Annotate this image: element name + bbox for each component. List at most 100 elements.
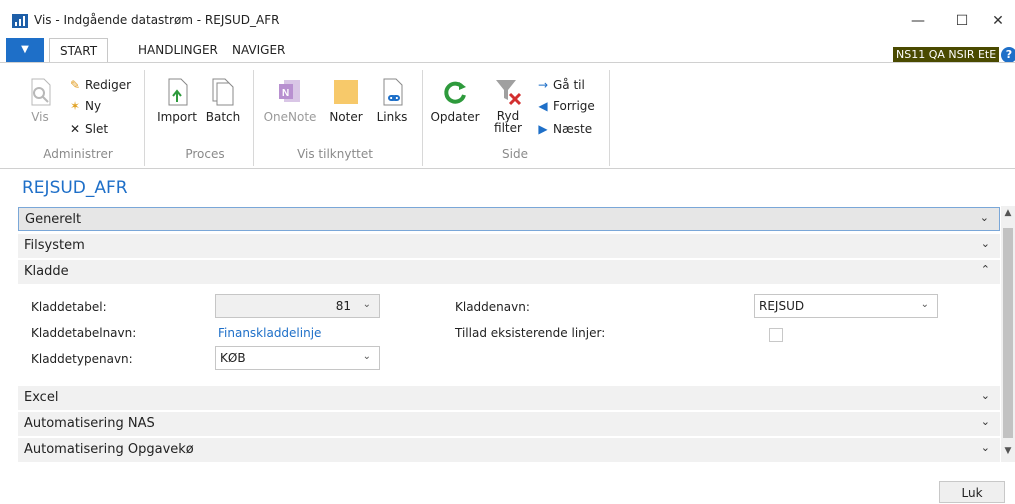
kladdetypenavn-select[interactable]: KØB ⌄	[215, 346, 380, 370]
ny-button[interactable]: ✶ Ny	[68, 97, 101, 115]
kladdetypenavn-value: KØB	[220, 351, 246, 365]
rediger-button[interactable]: ✎ Rediger	[68, 76, 131, 94]
slet-label: Slet	[85, 122, 109, 136]
noter-button[interactable]: Noter	[324, 76, 368, 124]
batch-icon	[212, 78, 234, 106]
fasttab-label: Generelt	[25, 212, 82, 227]
import-label: Import	[157, 110, 197, 124]
fasttab-automatisering-nas[interactable]: Automatisering NAS ⌄	[18, 411, 1000, 436]
fasttab-automatisering-opgavekoe[interactable]: Automatisering Opgavekø ⌄	[18, 437, 1000, 462]
fasttab-kladde[interactable]: Kladde ⌃	[18, 259, 1000, 284]
group-label-administrer: Administrer	[43, 147, 113, 161]
links-label: Links	[376, 110, 408, 124]
group-label-side: Side	[502, 147, 528, 161]
kladdetabelnavn-link[interactable]: Finanskladdelinje	[218, 326, 321, 340]
window-title: Vis - Indgående datastrøm - REJSUD_AFR	[34, 13, 280, 27]
tab-handlinger[interactable]: HANDLINGER	[128, 38, 228, 62]
close-page-button[interactable]: Luk	[939, 481, 1005, 503]
tab-naviger[interactable]: NAVIGER	[222, 38, 295, 62]
opdater-button[interactable]: Opdater	[428, 76, 482, 124]
svg-text:N: N	[282, 88, 289, 99]
kladdetypenavn-label: Kladdetypenavn:	[31, 352, 133, 366]
group-label-proces: Proces	[185, 147, 225, 161]
scrollbar-thumb[interactable]	[1003, 228, 1013, 438]
slet-button[interactable]: ✕ Slet	[68, 120, 108, 138]
ryd-filter-label-2: filter	[494, 121, 522, 135]
scroll-up-icon[interactable]: ▲	[1003, 208, 1013, 218]
batch-button[interactable]: Batch	[203, 76, 243, 124]
chevron-down-icon: ⌄	[979, 211, 989, 224]
application-menu-button[interactable]: ▼	[6, 38, 44, 62]
kladdenavn-select[interactable]: REJSUD ⌄	[754, 294, 938, 318]
scroll-down-icon[interactable]: ▼	[1003, 446, 1013, 456]
close-window-button[interactable]: ✕	[976, 9, 1015, 33]
group-divider	[253, 70, 254, 166]
chevron-down-icon: ⌄	[980, 237, 990, 250]
naeste-button[interactable]: ▶ Næste	[536, 120, 592, 138]
pencil-icon: ✎	[69, 78, 81, 92]
chevron-down-icon: ⌄	[980, 389, 990, 402]
kladdenavn-label: Kladdenavn:	[455, 300, 530, 314]
fasttab-label: Excel	[24, 390, 59, 405]
chevron-up-icon: ⌃	[980, 263, 990, 276]
fasttab-filsystem[interactable]: Filsystem ⌄	[18, 233, 1000, 258]
ny-label: Ny	[85, 99, 102, 113]
chevron-down-icon: ⌄	[362, 351, 371, 362]
import-icon	[168, 78, 188, 106]
kladdetabelnavn-label: Kladdetabelnavn:	[31, 326, 137, 340]
kladdetabel-value: 81	[335, 299, 351, 313]
links-icon	[383, 78, 403, 106]
note-icon	[334, 80, 358, 104]
next-icon: ▶	[538, 122, 548, 136]
clear-filter-icon	[496, 80, 522, 106]
chevron-down-icon: ⌄	[980, 415, 990, 428]
new-icon: ✶	[69, 99, 81, 113]
fasttab-label: Automatisering NAS	[24, 416, 155, 431]
gaa-til-button[interactable]: → Gå til	[536, 76, 585, 94]
minimize-button[interactable]: —	[896, 9, 940, 33]
refresh-icon	[444, 81, 466, 104]
forrige-label: Forrige	[553, 99, 595, 113]
company-badge: NS11 QA NSIR EtE	[893, 47, 1000, 63]
kladdetabel-select[interactable]: 81 ⌄	[215, 294, 380, 318]
gaa-til-label: Gå til	[553, 78, 585, 92]
tillad-label: Tillad eksisterende linjer:	[455, 326, 606, 340]
arrow-right-icon: →	[537, 78, 549, 92]
fasttab-excel[interactable]: Excel ⌄	[18, 385, 1000, 410]
previous-icon: ◀	[538, 99, 548, 113]
onenote-icon: N	[279, 80, 300, 102]
help-icon[interactable]: ?	[1001, 47, 1015, 63]
opdater-label: Opdater	[430, 110, 480, 124]
vis-button[interactable]: Vis	[20, 76, 60, 124]
group-divider	[422, 70, 423, 166]
fasttab-label: Automatisering Opgavekø	[24, 442, 194, 457]
forrige-button[interactable]: ◀ Forrige	[536, 97, 595, 115]
ryd-filter-button[interactable]: Ryd filter	[488, 76, 528, 134]
chevron-down-icon: ⌄	[362, 299, 371, 310]
group-divider	[144, 70, 145, 166]
chevron-down-icon: ⌄	[980, 441, 990, 454]
app-icon	[12, 14, 28, 28]
fasttab-label: Kladde	[24, 264, 69, 279]
naeste-label: Næste	[553, 122, 593, 136]
kladdetabel-label: Kladdetabel:	[31, 300, 107, 314]
noter-label: Noter	[329, 110, 363, 124]
onenote-label: OneNote	[263, 110, 317, 124]
links-button[interactable]: Links	[372, 76, 412, 124]
kladdenavn-value: REJSUD	[759, 299, 805, 313]
tab-start[interactable]: START	[49, 38, 109, 64]
batch-label: Batch	[205, 110, 241, 124]
fasttab-generelt[interactable]: Generelt ⌄	[18, 207, 1000, 231]
vis-label: Vis	[31, 110, 49, 124]
import-button[interactable]: Import	[153, 76, 201, 124]
rediger-label: Rediger	[85, 78, 132, 92]
fasttab-label: Filsystem	[24, 238, 85, 253]
onenote-button[interactable]: N OneNote	[262, 76, 318, 124]
page-title: REJSUD_AFR	[22, 178, 128, 198]
chevron-down-icon: ⌄	[920, 299, 929, 310]
tillad-checkbox[interactable]	[769, 328, 783, 342]
group-label-vis-tilknyttet: Vis tilknyttet	[297, 147, 373, 161]
group-divider	[609, 70, 610, 166]
delete-icon: ✕	[69, 122, 81, 136]
view-icon	[31, 78, 51, 106]
